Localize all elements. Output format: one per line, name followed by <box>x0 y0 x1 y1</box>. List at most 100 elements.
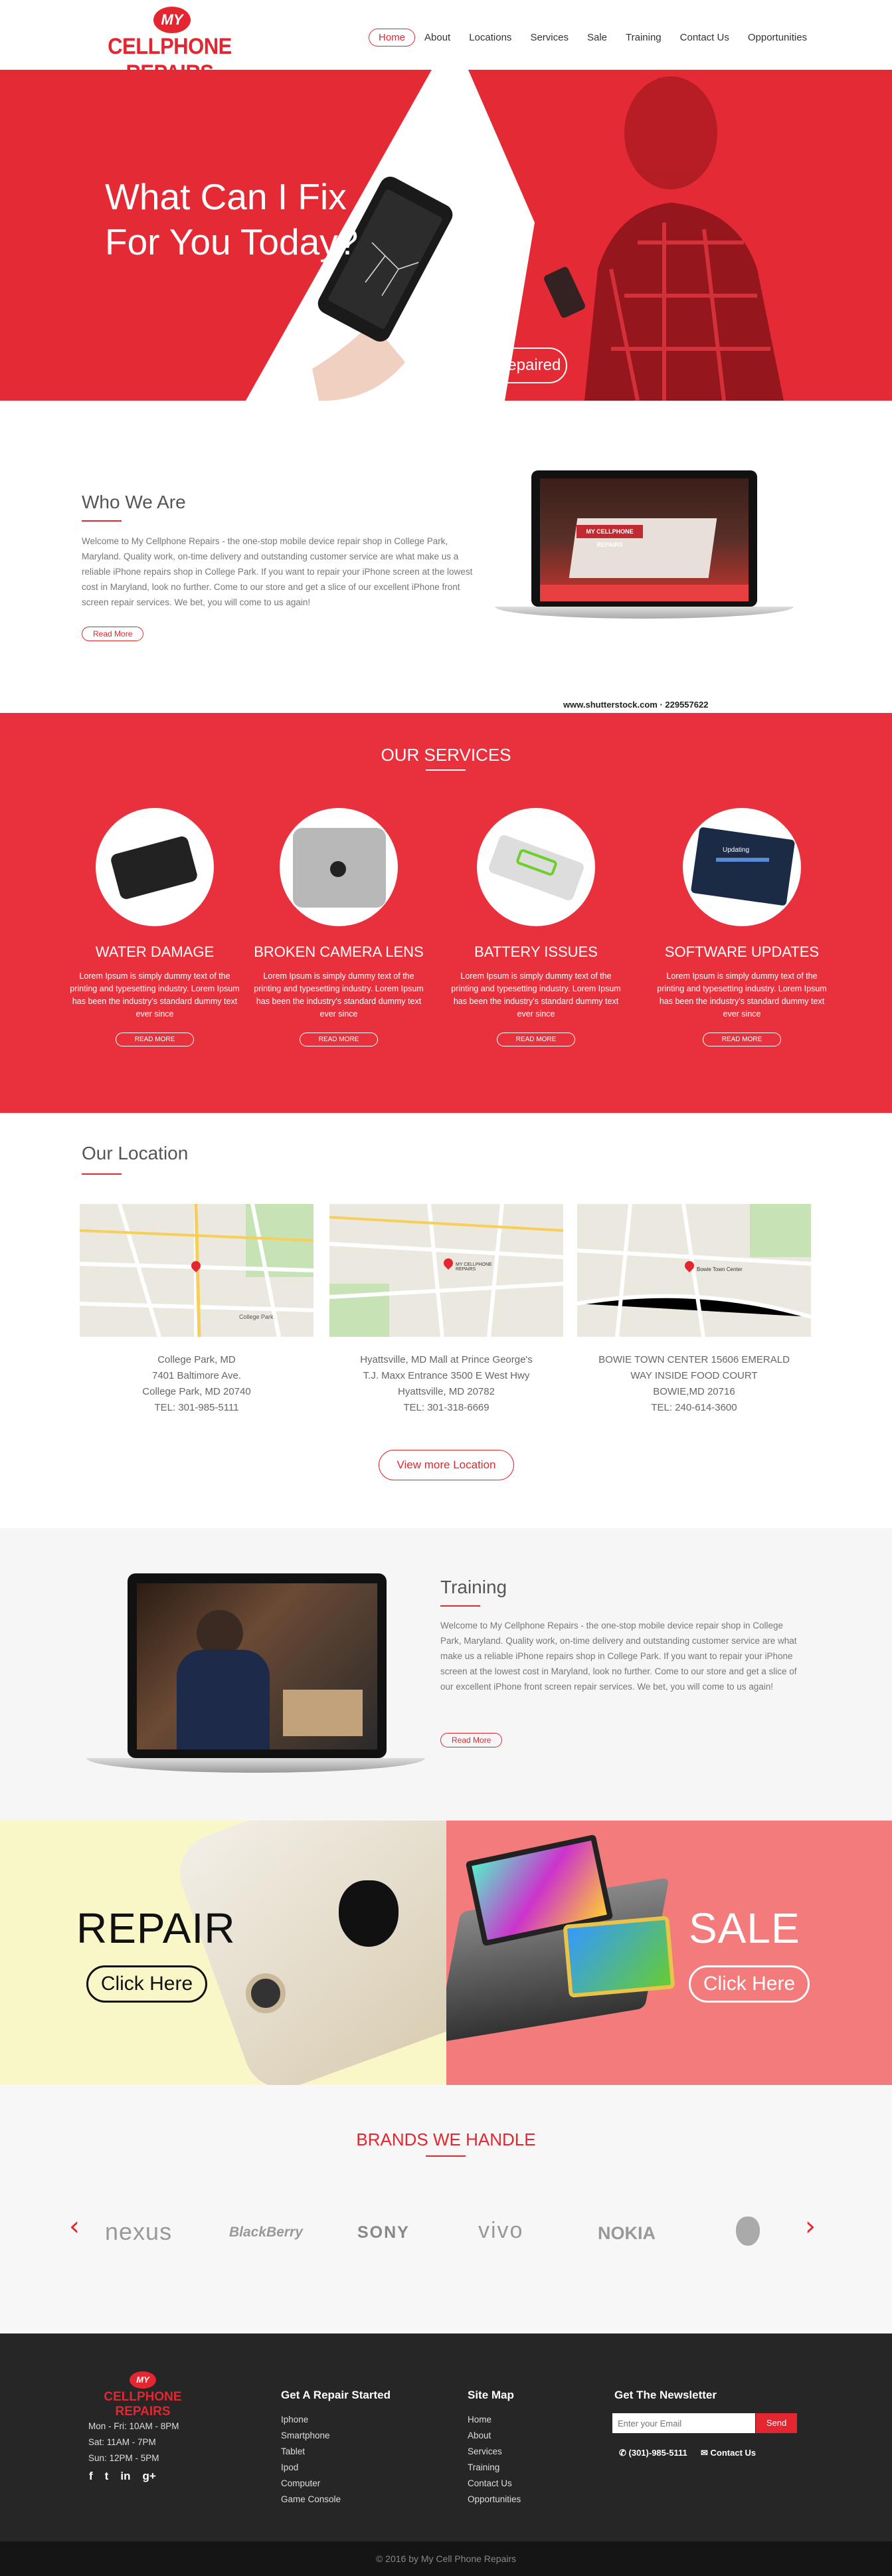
kiosk-sign: MY CELLPHONE REPAIRS <box>577 525 643 548</box>
footer-link[interactable]: Smartphone <box>281 2428 341 2444</box>
footer-col1-title: Get A Repair Started <box>281 2389 391 2401</box>
image-watermark: www.shutterstock.com · 229557622 <box>563 700 709 710</box>
linkedin-icon[interactable]: in <box>120 2470 130 2483</box>
footer-link[interactable]: Training <box>468 2460 521 2476</box>
location-address-bowie: BOWIE TOWN CENTER 15606 EMERALD WAY INSID… <box>598 1354 790 1413</box>
who-title: Who We Are <box>82 492 186 512</box>
footer-logo[interactable]: MY CELLPHONE REPAIRS <box>86 2371 199 2419</box>
nav-sale[interactable]: Sale <box>578 29 616 46</box>
nav-opportunities[interactable]: Opportunities <box>739 29 816 46</box>
opening-hours: Mon - Fri: 10AM - 8PM Sat: 11AM - 7PM Sun:… <box>88 2421 179 2463</box>
location-address-hyattsville: Hyattsville, MD Mall at Prince George's T… <box>360 1354 533 1413</box>
service-text: Lorem Ipsum is simply dummy text of the … <box>70 971 240 1019</box>
laptop-kiosk-image: MY CELLPHONE REPAIRS <box>488 470 800 637</box>
read-more-button[interactable]: READ MORE <box>115 1033 195 1046</box>
map-label: MY CELLPHONE REPAIRS <box>456 1262 492 1272</box>
training-title: Training <box>440 1577 507 1597</box>
footer-link[interactable]: Home <box>468 2412 521 2428</box>
nav-about[interactable]: About <box>415 29 460 46</box>
repair-banner[interactable]: REPAIR Click Here <box>0 1821 446 2085</box>
footer-col3-title: Get The Newsletter <box>614 2389 717 2401</box>
repair-title: REPAIR <box>76 1904 236 1952</box>
copyright-bar: © 2016 by My Cell Phone Repairs <box>0 2541 892 2576</box>
read-more-button[interactable]: READ MORE <box>702 1033 782 1046</box>
read-more-button[interactable]: READ MORE <box>299 1033 379 1046</box>
nav-home[interactable]: Home <box>369 28 416 47</box>
map-label: College Park <box>239 1314 274 1320</box>
footer-link[interactable]: Game Console <box>281 2492 341 2508</box>
title-underline <box>82 1173 122 1175</box>
footer-link[interactable]: Contact Us <box>468 2476 521 2492</box>
who-read-more-button[interactable]: Read More <box>82 627 144 641</box>
footer-contact[interactable]: ✉ Contact Us <box>701 2448 756 2458</box>
carousel-prev-icon[interactable]: ‹ <box>69 2211 80 2242</box>
footer-link[interactable]: Computer <box>281 2476 341 2492</box>
service-title: BATTERY ISSUES <box>474 943 598 960</box>
logo[interactable]: MY CELLPHONE REPAIRS <box>85 7 254 86</box>
hero-banner: What Can I Fix For You Today? Get Repaire… <box>0 70 892 401</box>
nav-locations[interactable]: Locations <box>460 29 521 46</box>
nav-contact[interactable]: Contact Us <box>671 29 739 46</box>
service-text: Lorem Ipsum is simply dummy text of the … <box>657 971 827 1019</box>
who-we-are-section: Who We Are Welcome to My Cellphone Repai… <box>0 401 892 713</box>
twitter-icon[interactable]: t <box>105 2470 109 2483</box>
training-laptop-image <box>86 1573 425 1779</box>
read-more-button[interactable]: READ MORE <box>496 1033 576 1046</box>
view-more-location-button[interactable]: View more Location <box>379 1450 514 1480</box>
who-text: Welcome to My Cellphone Repairs - the on… <box>82 536 473 607</box>
map-hyattsville[interactable]: MY CELLPHONE REPAIRS <box>329 1204 563 1337</box>
nav-training[interactable]: Training <box>616 29 671 46</box>
newsletter-email-input[interactable] <box>612 2413 755 2433</box>
newsletter-send-button[interactable]: Send <box>756 2413 797 2433</box>
sale-title: SALE <box>689 1904 800 1952</box>
service-title: BROKEN CAMERA LENS <box>254 943 424 960</box>
footer-link[interactable]: Iphone <box>281 2412 341 2428</box>
service-card-battery: BATTERY ISSUES Lorem Ipsum is simply dum… <box>443 808 629 1046</box>
footer-link[interactable]: About <box>468 2428 521 2444</box>
title-underline <box>440 1605 480 1607</box>
logo-badge: MY <box>153 7 191 33</box>
sitemap-links: Home About Services Training Contact Us … <box>468 2412 521 2508</box>
footer-link[interactable]: Opportunities <box>468 2492 521 2508</box>
facebook-icon[interactable]: f <box>89 2470 93 2483</box>
service-card-water: WATER DAMAGE Lorem Ipsum is simply dummy… <box>62 808 248 1046</box>
google-plus-icon[interactable]: g+ <box>142 2470 155 2483</box>
title-underline <box>82 520 122 522</box>
get-repaired-button[interactable]: Get Repaired <box>460 347 567 383</box>
brands-title: BRANDS WE HANDLE <box>356 2130 536 2149</box>
map-bowie[interactable]: Bowie Town Center <box>577 1204 811 1337</box>
apple-brand-icon <box>736 2217 760 2246</box>
main-nav: Home About Locations Services Sale Train… <box>369 28 816 47</box>
phone-icon: ✆ <box>619 2448 629 2458</box>
service-card-camera: BROKEN CAMERA LENS Lorem Ipsum is simply… <box>246 808 432 1046</box>
footer-link[interactable]: Tablet <box>281 2444 341 2460</box>
training-read-more-button[interactable]: Read More <box>440 1733 503 1747</box>
footer-phone[interactable]: ✆ (301)-985-5111 <box>619 2448 687 2458</box>
footer-col2-title: Site Map <box>468 2389 514 2401</box>
sale-banner[interactable]: SALE Click Here <box>446 1821 892 2085</box>
service-card-software: Updating SOFTWARE UPDATES Lorem Ipsum is… <box>649 808 835 1046</box>
map-label: Bowie Town Center <box>697 1266 743 1272</box>
brand-nokia: NOKIA <box>598 2223 656 2243</box>
footer-link[interactable]: Ipod <box>281 2460 341 2476</box>
update-screen-text: Updating <box>723 846 750 854</box>
map-college-park[interactable]: College Park <box>80 1204 313 1337</box>
sale-click-here-button[interactable]: Click Here <box>689 1965 810 2003</box>
promo-banners: REPAIR Click Here SALE Click Here <box>0 1821 892 2085</box>
mail-icon: ✉ <box>701 2448 711 2458</box>
footer-link[interactable]: Services <box>468 2444 521 2460</box>
brand-sony: SONY <box>357 2223 410 2242</box>
site-header: MY CELLPHONE REPAIRS Home About Location… <box>0 0 892 86</box>
nav-services[interactable]: Services <box>521 29 578 46</box>
hero-headline: What Can I Fix For You Today? <box>105 176 359 262</box>
site-footer: MY CELLPHONE REPAIRS Mon - Fri: 10AM - 8… <box>0 2333 892 2576</box>
title-underline <box>426 769 466 771</box>
location-address-college-park: College Park, MD 7401 Baltimore Ave. Colle… <box>142 1354 251 1413</box>
service-text: Lorem Ipsum is simply dummy text of the … <box>254 971 424 1019</box>
brand-blackberry: BlackBerry <box>229 2225 303 2240</box>
carousel-next-icon[interactable]: › <box>805 2211 816 2242</box>
brands-section: BRANDS WE HANDLE ‹ › nexus BlackBerry SO… <box>0 2085 892 2333</box>
services-title: OUR SERVICES <box>381 745 511 765</box>
repair-click-here-button[interactable]: Click Here <box>86 1965 207 2003</box>
brand-vivo: vivo <box>478 2218 524 2243</box>
